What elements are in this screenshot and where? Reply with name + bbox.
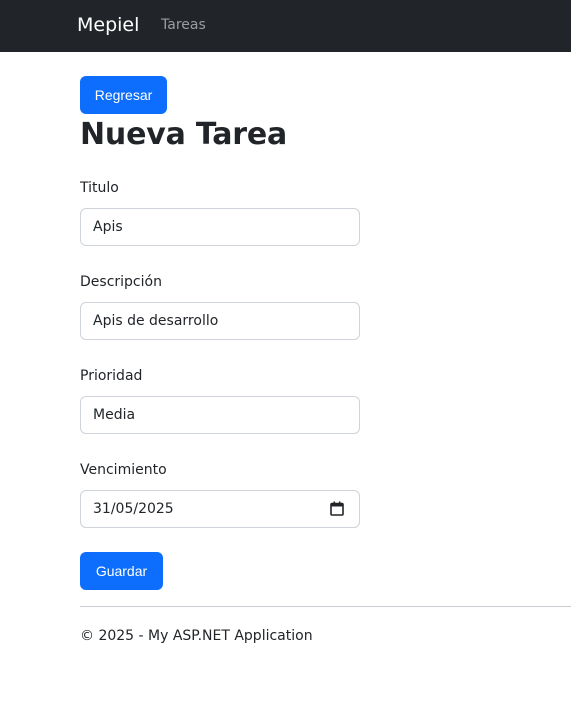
vencimiento-label: Vencimiento (80, 462, 167, 478)
footer-divider (80, 606, 571, 607)
brand-link[interactable]: Mepiel (77, 13, 139, 37)
back-button[interactable]: Regresar (80, 76, 167, 114)
prioridad-label: Prioridad (80, 368, 143, 384)
prioridad-input[interactable]: Media (80, 396, 360, 434)
titulo-label: Titulo (80, 180, 119, 196)
vencimiento-date-input[interactable]: 31/05/2025 (80, 490, 360, 528)
top-navbar: Mepiel Tareas (0, 0, 571, 52)
footer-text: © 2025 - My ASP.NET Application (80, 628, 313, 644)
save-button[interactable]: Guardar (80, 552, 163, 590)
titulo-input[interactable]: Apis (80, 208, 360, 246)
page-title: Nueva Tarea (80, 117, 288, 152)
nav-link-tareas[interactable]: Tareas (161, 16, 206, 34)
descripcion-input[interactable]: Apis de desarrollo (80, 302, 360, 340)
calendar-icon[interactable] (330, 501, 344, 516)
descripcion-label: Descripción (80, 274, 162, 290)
